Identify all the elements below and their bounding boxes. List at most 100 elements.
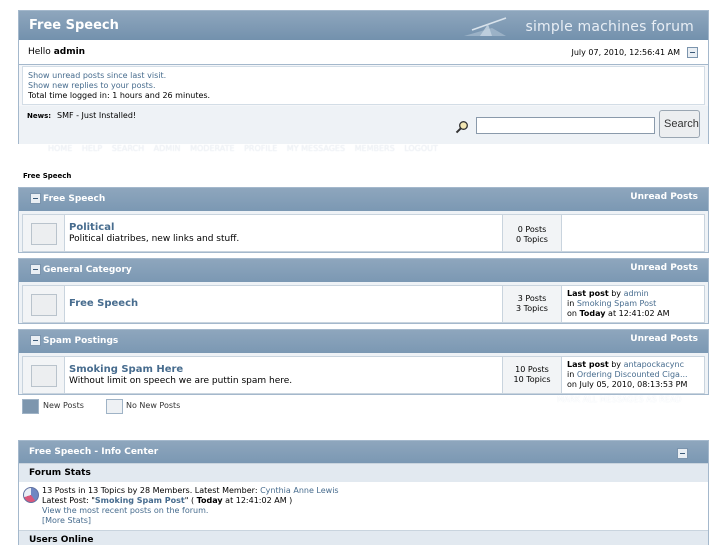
board-name[interactable]: Free Speech	[69, 298, 138, 309]
search-icon	[455, 121, 468, 134]
last-post-user[interactable]: admin	[624, 289, 649, 298]
board-row: Free Speech 3 Posts 3 Topics Last post b…	[22, 285, 705, 323]
breadcrumb[interactable]: Free Speech	[23, 172, 71, 180]
last-post-when: at 12:41:02 AM	[605, 309, 670, 318]
nav-members[interactable]: MEMBERS	[355, 144, 395, 153]
last-post-by: by	[608, 360, 624, 369]
post-count: 0 Posts	[517, 225, 547, 234]
category-title[interactable]: Spam Postings	[43, 336, 118, 346]
user-info-box: Show unread posts since last visit. Show…	[22, 66, 705, 105]
category-header: Free Speech Unread Posts	[19, 188, 708, 211]
board-icon-cell	[23, 357, 65, 393]
unread-posts-link[interactable]: Unread Posts	[630, 192, 698, 202]
topic-count: 3 Topics	[516, 304, 548, 313]
nav-moderate[interactable]: MODERATE	[190, 144, 234, 153]
last-post-by: by	[608, 289, 624, 298]
nav-logout[interactable]: LOGOUT	[404, 144, 438, 153]
title-bar: Free Speech simple machines forum	[19, 11, 708, 40]
info-center-header: Free Speech - Info Center	[19, 441, 708, 463]
recent-posts-link[interactable]: View the most recent posts on the forum.	[42, 506, 208, 515]
collapse-category-icon[interactable]	[30, 193, 41, 204]
category-title[interactable]: General Category	[43, 265, 132, 275]
nav-search[interactable]: SEARCH	[112, 144, 144, 153]
category-general: General Category Unread Posts Free Speec…	[18, 258, 709, 324]
news-label: News:	[27, 112, 52, 120]
no-new-posts-icon	[31, 365, 57, 387]
show-unread-link[interactable]: Show unread posts since last visit.	[28, 71, 166, 80]
collapse-header-icon[interactable]	[687, 47, 698, 58]
topic-count: 10 Topics	[513, 375, 551, 384]
username: admin	[53, 47, 86, 57]
latest-post-when: at 12:41:02 AM )	[222, 496, 293, 505]
stats-pie-icon	[23, 487, 39, 503]
mark-all-read-button[interactable]: MARK ALL MESSAGES AS READ	[557, 395, 681, 404]
search-button[interactable]: Search	[659, 110, 700, 138]
forum-stats-body: 13 Posts in 13 Topics by 28 Members. Lat…	[19, 482, 708, 530]
last-post-in: in	[567, 370, 577, 379]
stats-summary: 13 Posts in 13 Topics by 28 Members. Lat…	[42, 486, 261, 495]
last-post-when: July 05, 2010, 08:13:53 PM	[579, 380, 688, 389]
category-header: General Category Unread Posts	[19, 259, 708, 282]
collapse-category-icon[interactable]	[30, 264, 41, 275]
latest-post-prefix: Latest Post: "	[42, 496, 95, 505]
nav-help[interactable]: HELP	[82, 144, 102, 153]
show-replies-link[interactable]: Show new replies to your posts.	[28, 81, 156, 90]
nav-profile[interactable]: PROFILE	[244, 144, 277, 153]
collapse-info-center-icon[interactable]	[677, 448, 688, 459]
last-post-when-bold: Today	[579, 309, 606, 318]
new-posts-icon	[22, 399, 39, 414]
last-post-on: on	[567, 380, 580, 389]
main-nav: HOME HELP SEARCH ADMIN MODERATE PROFILE …	[48, 144, 445, 153]
smf-logo-text: simple machines forum	[525, 19, 694, 35]
site-title[interactable]: Free Speech	[29, 18, 119, 33]
smf-logo-icon	[464, 17, 507, 36]
board-name[interactable]: Smoking Spam Here	[69, 364, 183, 375]
board-name[interactable]: Political	[69, 222, 114, 233]
news-text: SMF - Just Installed!	[57, 111, 137, 120]
board-stats: 3 Posts 3 Topics	[502, 286, 562, 322]
forum-stats-title: Forum Stats	[29, 468, 91, 478]
no-new-posts-icon	[31, 294, 57, 316]
last-post-cell: Last post by admin in Smoking Spam Post …	[565, 286, 704, 322]
board-description: Without limit on speech we are puttin sp…	[69, 376, 293, 386]
nav-admin[interactable]: ADMIN	[154, 144, 181, 153]
info-center: Free Speech - Info Center Forum Stats 13…	[18, 440, 709, 545]
board-icon-cell	[23, 286, 65, 322]
latest-post-link[interactable]: Smoking Spam Post	[95, 496, 185, 505]
new-posts-label: New Posts	[43, 401, 84, 410]
latest-post-when-bold: Today	[196, 496, 223, 505]
greeting: Hello admin	[28, 47, 85, 57]
unread-posts-link[interactable]: Unread Posts	[630, 334, 698, 344]
board-description: Political diatribes, new links and stuff…	[69, 234, 240, 244]
last-post-cell: Last post by antapockacync in Ordering D…	[565, 357, 704, 393]
board-icon-cell	[23, 215, 65, 251]
board-stats: 10 Posts 10 Topics	[502, 357, 562, 393]
last-post-topic[interactable]: Smoking Spam Post	[577, 299, 656, 308]
board-row: Political Political diatribes, new links…	[22, 214, 705, 252]
post-count: 3 Posts	[517, 294, 547, 303]
latest-member-link[interactable]: Cynthia Anne Lewis	[260, 486, 339, 495]
forum-header: Free Speech simple machines forum Hello …	[18, 10, 709, 144]
last-post-topic[interactable]: Ordering Discounted Ciga...	[577, 370, 688, 379]
category-title[interactable]: Free Speech	[43, 194, 105, 204]
last-post-in: in	[567, 299, 577, 308]
category-header: Spam Postings Unread Posts	[19, 330, 708, 353]
greeting-prefix: Hello	[28, 47, 54, 57]
topic-count: 0 Topics	[516, 235, 548, 244]
collapse-category-icon[interactable]	[30, 335, 41, 346]
post-count: 10 Posts	[515, 365, 549, 374]
more-stats-link[interactable]: [More Stats]	[42, 516, 91, 525]
last-post-user[interactable]: antapockacync	[624, 360, 684, 369]
last-post-on: on	[567, 309, 580, 318]
no-new-posts-icon	[31, 223, 57, 245]
nav-my-messages[interactable]: MY MESSAGES	[287, 144, 345, 153]
no-new-posts-label: No New Posts	[126, 401, 181, 410]
unread-posts-link[interactable]: Unread Posts	[630, 263, 698, 273]
nav-home[interactable]: HOME	[48, 144, 72, 153]
forum-stats-header: Forum Stats	[19, 463, 708, 482]
latest-post-mid: " (	[184, 496, 197, 505]
search-input[interactable]	[476, 117, 655, 134]
no-new-posts-legend-icon	[106, 399, 123, 414]
news-bar: News: SMF - Just Installed! Search	[19, 106, 708, 144]
board-row: Smoking Spam Here Without limit on speec…	[22, 356, 705, 394]
